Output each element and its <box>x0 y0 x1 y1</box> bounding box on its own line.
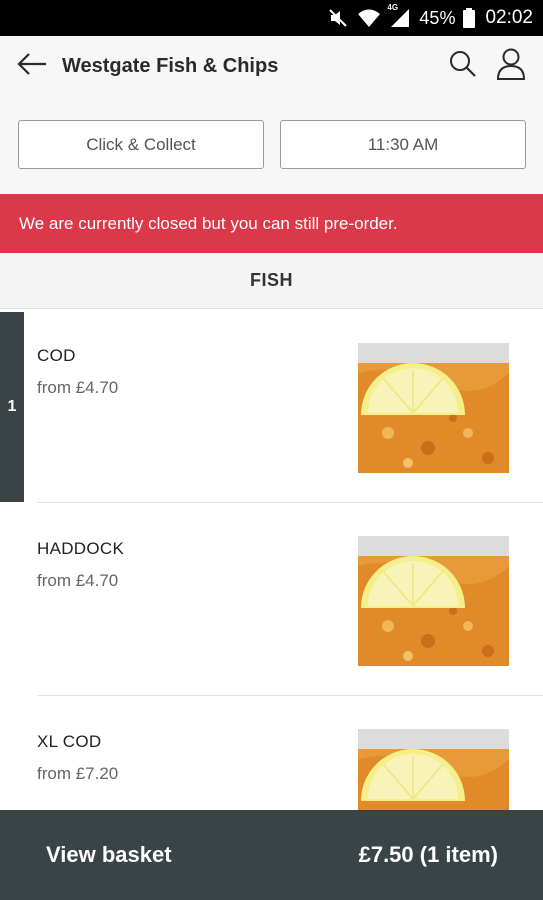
app-bar: Westgate Fish & Chips <box>0 36 543 96</box>
category-title: FISH <box>249 270 293 290</box>
wifi-icon <box>357 8 381 28</box>
mute-icon <box>327 7 349 29</box>
closed-banner: We are currently closed but you can stil… <box>0 194 543 253</box>
view-basket-bar[interactable]: View basket £7.50 (1 item) <box>0 810 543 900</box>
search-button[interactable] <box>439 36 487 96</box>
basket-total: £7.50 (1 item) <box>358 842 498 867</box>
item-name: COD <box>37 346 76 365</box>
order-time-selector[interactable]: 11:30 AM <box>280 120 526 169</box>
account-button[interactable] <box>487 36 535 96</box>
menu-item-haddock[interactable]: HADDOCK from £4.70 <box>0 503 543 696</box>
item-name: HADDOCK <box>37 539 125 558</box>
back-arrow-icon <box>17 52 47 80</box>
item-price: from £7.20 <box>37 764 119 783</box>
user-icon <box>496 48 526 85</box>
order-method-selector[interactable]: Click & Collect <box>18 120 264 169</box>
network-type: 4G <box>387 3 399 12</box>
quantity-badge: 1 <box>0 312 24 502</box>
battery-icon <box>463 8 476 28</box>
closed-banner-text: We are currently closed but you can stil… <box>19 213 398 233</box>
item-image <box>358 729 509 810</box>
battery-percent: 45% <box>419 7 456 28</box>
search-icon <box>449 50 477 83</box>
order-options: Click & Collect 11:30 AM <box>0 96 543 194</box>
status-bar: 4G 45% 02:02 <box>0 0 543 36</box>
page-title: Westgate Fish & Chips <box>62 54 279 77</box>
menu-item-xl-cod[interactable]: XL COD from £7.20 <box>0 696 543 810</box>
item-name: XL COD <box>37 732 102 751</box>
view-basket-label: View basket <box>46 842 172 867</box>
back-button[interactable] <box>4 36 60 96</box>
item-price: from £4.70 <box>37 571 119 590</box>
signal-icon: 4G <box>387 3 411 29</box>
item-price: from £4.70 <box>37 378 119 397</box>
menu-item-list: 1 COD from £4.70 HADDOCK from £4.70 XL C… <box>0 310 543 810</box>
menu-item-cod[interactable]: 1 COD from £4.70 <box>0 310 543 503</box>
category-header: FISH <box>0 253 543 309</box>
clock: 02:02 <box>485 7 533 28</box>
item-image <box>358 536 509 666</box>
item-image <box>358 343 509 473</box>
